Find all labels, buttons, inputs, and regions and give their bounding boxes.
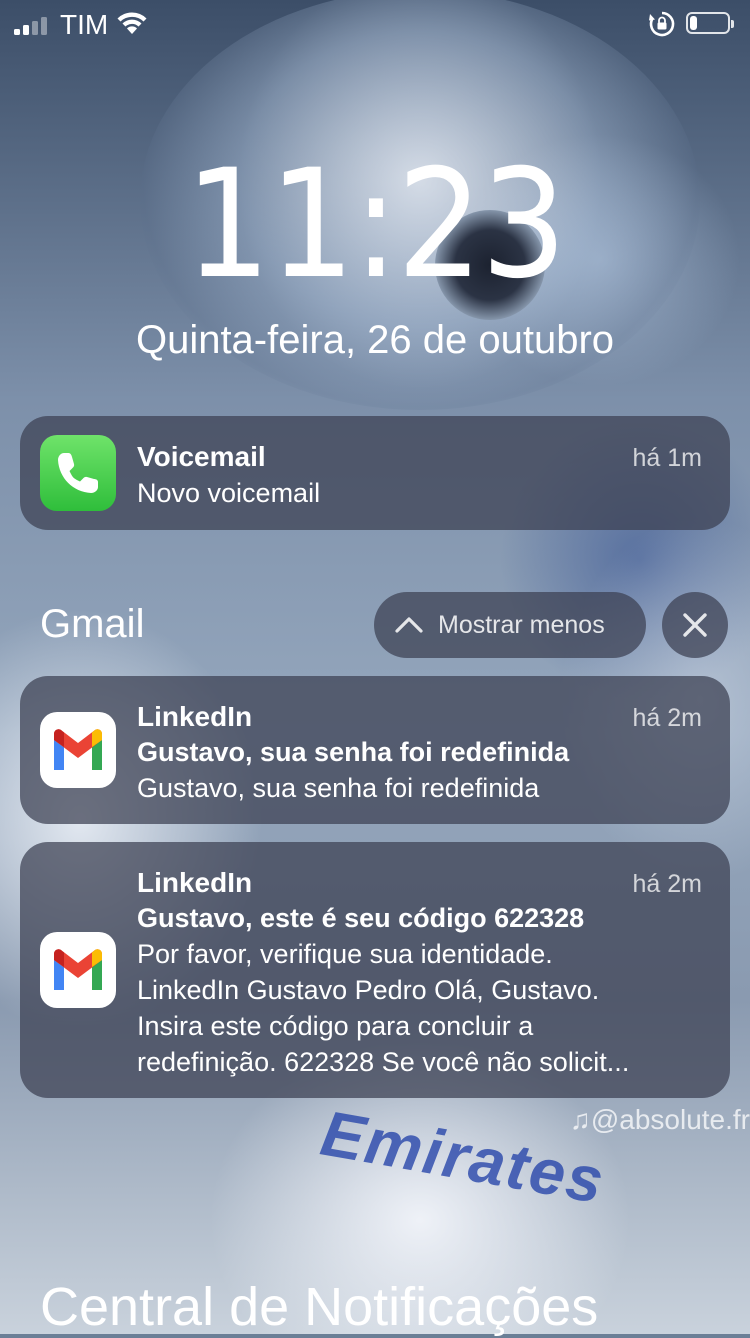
wallpaper-jersey-text: Emirates — [315, 1096, 611, 1218]
notification-body-line: redefinição. 622328 Se você não solicit.… — [137, 1047, 630, 1077]
notification-title: LinkedIn — [137, 867, 253, 898]
close-icon — [683, 613, 707, 637]
notification-group-title: Gmail — [40, 602, 145, 646]
notification-title: Voicemail — [137, 441, 266, 472]
rotation-lock-icon — [649, 11, 675, 37]
notification-time: há 1m — [632, 444, 702, 472]
battery-icon — [686, 12, 734, 34]
notification-title: LinkedIn — [137, 701, 253, 732]
signal-strength-icon — [14, 15, 47, 35]
notification-subject: Gustavo, sua senha foi redefinida — [137, 737, 570, 767]
gmail-icon — [40, 932, 116, 1008]
gmail-icon — [40, 712, 116, 788]
battery-level — [690, 16, 697, 30]
carrier-name: TIM — [60, 9, 109, 40]
status-bar: TIM — [0, 0, 750, 48]
clear-group-button[interactable] — [662, 592, 728, 658]
notification-subject: Gustavo, este é seu código 622328 — [137, 903, 585, 933]
wifi-icon — [117, 12, 147, 34]
notification-body-line: LinkedIn Gustavo Pedro Olá, Gustavo. — [137, 975, 600, 1005]
notification-body: Novo voicemail — [137, 478, 321, 508]
wallpaper-watermark: ♫@absolute.fr — [569, 1104, 750, 1135]
notification-body-line: Por favor, verifique sua identidade. — [137, 939, 553, 969]
phone-icon — [40, 435, 116, 511]
notification-time: há 2m — [632, 870, 702, 898]
notification-body: Gustavo, sua senha foi redefinida — [137, 773, 540, 803]
lock-screen-time: 11:23 — [184, 138, 567, 312]
notification-time: há 2m — [632, 704, 702, 732]
chevron-up-icon — [395, 617, 423, 633]
notification-voicemail[interactable]: Voicemail há 1m Novo voicemail — [20, 416, 730, 530]
show-less-button[interactable]: Mostrar menos — [374, 592, 646, 658]
notification-gmail[interactable]: LinkedIn há 2m Gustavo, sua senha foi re… — [20, 676, 730, 824]
lock-screen-date: Quinta-feira, 26 de outubro — [135, 318, 615, 362]
notification-body-line: Insira este código para concluir a — [137, 1011, 534, 1041]
show-less-label: Mostrar menos — [438, 610, 605, 639]
notification-center-title: Central de Notificações — [40, 1277, 599, 1337]
notification-gmail[interactable]: LinkedIn há 2m Gustavo, este é seu códig… — [20, 842, 730, 1098]
